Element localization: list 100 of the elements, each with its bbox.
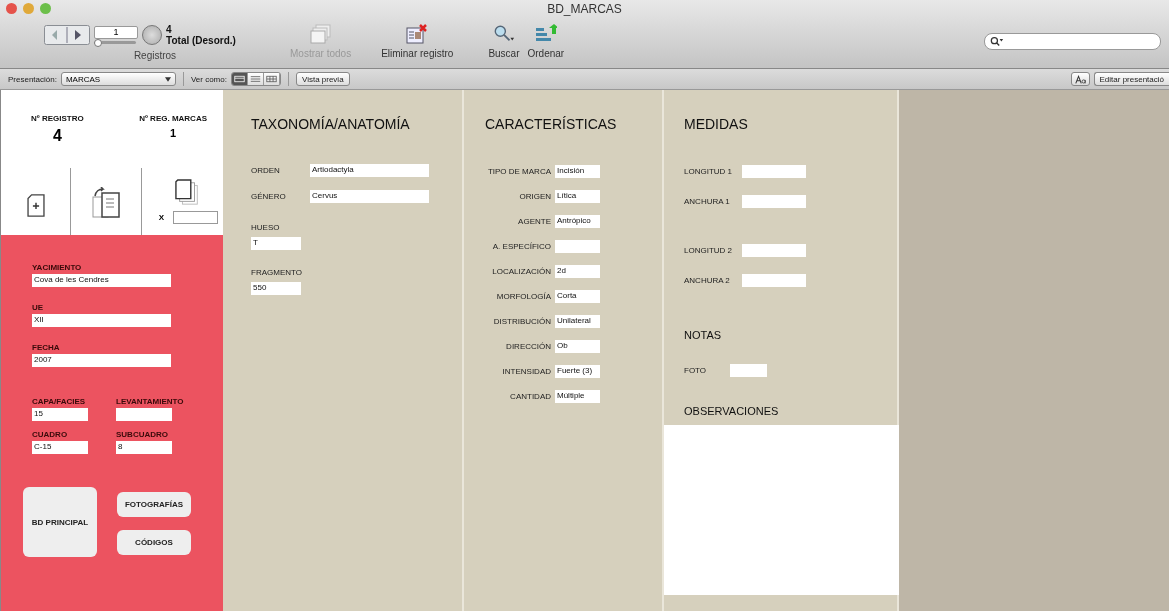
input-field[interactable]: XII (32, 314, 171, 327)
font-size-button[interactable] (1070, 72, 1090, 86)
input-field[interactable]: Cervus (310, 190, 429, 203)
field-label: AGENTE (517, 217, 551, 226)
input-field[interactable] (742, 165, 806, 178)
minimize-button[interactable] (23, 3, 34, 14)
toolbar-button[interactable]: Eliminar registro (381, 24, 454, 59)
records-label: Registros (133, 50, 177, 61)
input-field[interactable]: 8 (116, 441, 172, 454)
zoom-button[interactable] (40, 3, 51, 14)
field-label: FRAGMENTO (251, 268, 303, 277)
search-icon (990, 36, 1004, 47)
field-label: SUBCUADRO (116, 430, 169, 439)
field-label: FOTO (684, 366, 708, 375)
field-label: ORDEN (251, 166, 281, 175)
input-field[interactable]: T (251, 237, 301, 250)
window-title: BD_MARCAS (547, 2, 622, 16)
nav-button[interactable]: CÓDIGOS (117, 530, 191, 555)
counter-value: 4 (52, 127, 62, 145)
input-field[interactable]: Múltiple (555, 390, 600, 403)
field-label: LONGITUD 2 (684, 246, 733, 255)
book-navigation-icon[interactable] (44, 25, 91, 45)
section-title: OBSERVACIONES (684, 405, 780, 417)
new-document-icon[interactable] (26, 194, 45, 217)
input-field[interactable] (742, 244, 806, 257)
input-field[interactable]: Lítica (555, 190, 600, 203)
input-field[interactable]: Fuerte (3) (555, 365, 600, 378)
section-title: TAXONOMÍA/ANATOMÍA (251, 116, 411, 132)
section-title: NOTAS (684, 329, 723, 341)
field-label: ANCHURA 2 (684, 276, 731, 285)
search-field[interactable] (984, 33, 1161, 50)
section-title: CARACTERÍSTICAS (485, 116, 618, 132)
close-button[interactable] (6, 3, 17, 14)
nav-button[interactable]: FOTOGRAFÍAS (117, 492, 191, 517)
cards-icon (309, 24, 332, 44)
record-count: 4 (166, 24, 173, 35)
input-field[interactable]: Corta (555, 290, 600, 303)
counter-value: 1 (170, 127, 177, 139)
field-label: TIPO DE MARCA (486, 167, 551, 176)
input-field[interactable]: 2007 (32, 354, 171, 367)
field-label: DIRECCIÓN (505, 342, 551, 351)
field-label: LONGITUD 1 (684, 167, 733, 176)
field-label: DISTRIBUCIÓN (492, 317, 551, 326)
list-view-icon (249, 75, 261, 83)
field-label: CUADRO (32, 430, 69, 439)
search-icon[interactable] (492, 24, 515, 44)
edit-layout-button[interactable]: Editar presentació (1093, 72, 1169, 86)
photo-field[interactable] (730, 364, 767, 377)
field-label: ANCHURA 1 (684, 197, 731, 206)
sort-icon[interactable] (534, 24, 557, 44)
text-size-icon (1074, 74, 1086, 84)
dropdown-arrow-icon (164, 76, 171, 82)
sort-label[interactable]: Ordenar (527, 48, 565, 59)
card-delete-icon (406, 24, 429, 44)
input-field[interactable]: 550 (251, 282, 301, 295)
input-field[interactable]: Cova de les Cendres (32, 274, 171, 287)
main-database-button[interactable]: BD PRINCIPAL (23, 487, 97, 557)
view-mode-control[interactable] (230, 72, 281, 86)
field-label: INTENSIDAD (501, 367, 551, 376)
field-label: FECHA (32, 343, 61, 352)
copies-label: X (158, 213, 164, 222)
field-label: LEVANTAMIENTO (116, 397, 185, 406)
counter-label: Nº REGISTRO (31, 114, 84, 123)
input-field[interactable]: Ob (555, 340, 600, 353)
field-label: CAPA/FACIES (32, 397, 87, 406)
form-view-icon (233, 75, 245, 83)
slider-thumb[interactable] (94, 39, 103, 47)
field-label: LOCALIZACIÓN (491, 267, 551, 276)
input-field[interactable] (742, 195, 806, 208)
record-status: Total (Desord.) (166, 35, 236, 46)
preview-button[interactable]: Vista previa (295, 72, 350, 86)
find-label[interactable]: Buscar (488, 48, 520, 59)
field-label: ORIGEN (518, 192, 551, 201)
field-label: MORFOLOGÍA (495, 292, 551, 301)
view-as-label: Ver como: (190, 74, 227, 84)
input-field[interactable]: Artiodactyla (310, 164, 429, 177)
copies-field[interactable] (173, 211, 218, 224)
field-label: UE (32, 303, 45, 312)
field-label: A. ESPECÍFICO (491, 242, 551, 251)
field-label: YACIMIENTO (32, 263, 83, 272)
field-label: GÉNERO (251, 192, 287, 201)
field-label: CANTIDAD (509, 392, 551, 401)
input-field[interactable] (116, 408, 172, 421)
duplicate-document-icon[interactable] (91, 186, 121, 221)
view-mode-button[interactable] (231, 73, 248, 85)
input-field[interactable]: 2d (555, 265, 600, 278)
layout-label: Presentación: (8, 74, 57, 84)
input-field[interactable]: C-15 (32, 441, 88, 454)
input-field[interactable] (742, 274, 806, 287)
record-pie-icon (142, 25, 163, 45)
input-field[interactable]: Incisión (555, 165, 600, 178)
section-title: MEDIDAS (684, 116, 749, 132)
record-number-field[interactable]: 1 (94, 26, 139, 39)
counter-label: Nº REG. MARCAS (139, 114, 207, 123)
input-field[interactable]: Antrópico (555, 215, 600, 228)
input-field[interactable]: Unilateral (555, 315, 600, 328)
layout-dropdown[interactable]: MARCAS (60, 72, 176, 86)
input-field[interactable]: 15 (32, 408, 88, 421)
observations-field[interactable] (664, 425, 899, 595)
input-field[interactable] (555, 240, 600, 253)
